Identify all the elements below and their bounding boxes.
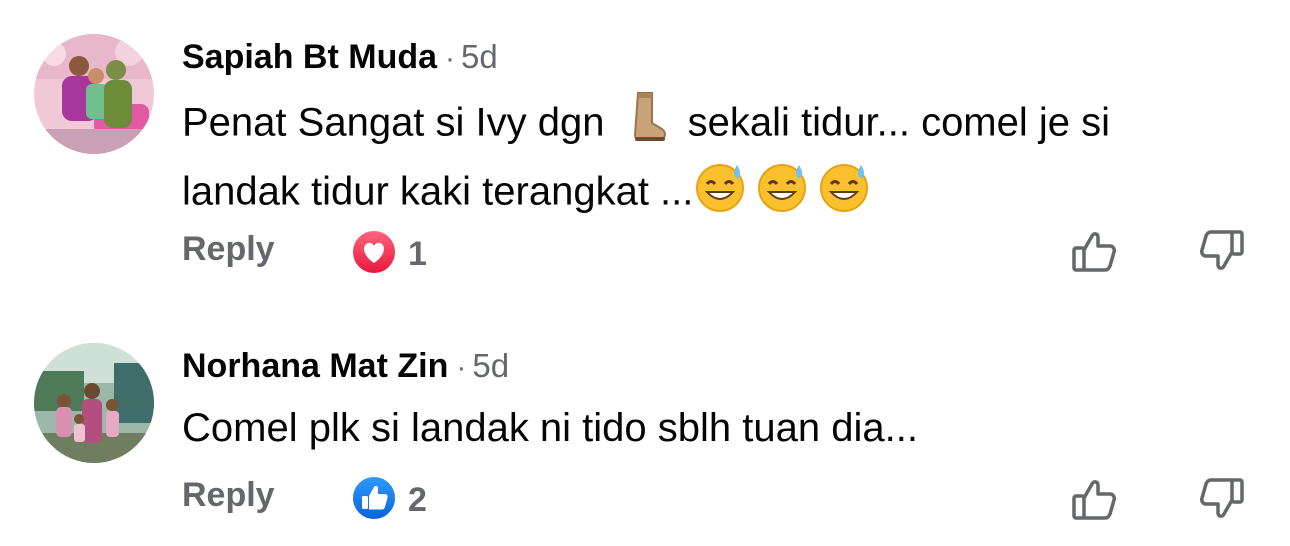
reaction-count: 1 bbox=[408, 235, 427, 273]
comment-text: Comel plk si landak ni tido sblh tuan di… bbox=[182, 399, 918, 457]
author-name[interactable]: Norhana Mat Zin bbox=[182, 347, 448, 385]
comment-header: Norhana Mat Zin · 5d bbox=[182, 347, 509, 386]
timestamp[interactable]: 5d bbox=[472, 347, 509, 384]
author-name[interactable]: Sapiah Bt Muda bbox=[182, 38, 437, 76]
boot-emoji bbox=[630, 91, 670, 159]
sweat-smile-emoji bbox=[755, 159, 809, 229]
comment-text: Penat Sangat si Ivy dgn sekali tidur... … bbox=[182, 91, 1110, 229]
comment-line-1: Penat Sangat si Ivy dgn sekali tidur... … bbox=[182, 91, 1110, 159]
comment-text-line-2: landak tidur kaki terangkat ... bbox=[182, 169, 694, 214]
separator-dot: · bbox=[456, 351, 467, 384]
comment-line-2: landak tidur kaki terangkat ... bbox=[182, 159, 1110, 229]
thumbs-up-icon[interactable] bbox=[1070, 226, 1120, 281]
avatar[interactable] bbox=[34, 343, 154, 463]
thumbs-down-icon[interactable] bbox=[1196, 226, 1246, 281]
comment-text-part-2: sekali tidur... comel je si bbox=[687, 100, 1111, 145]
sweat-smile-emoji bbox=[693, 159, 747, 229]
separator-dot: · bbox=[445, 42, 456, 75]
sweat-smile-emoji bbox=[817, 159, 871, 229]
reply-button[interactable]: Reply bbox=[182, 476, 275, 515]
thumbs-up-icon[interactable] bbox=[1070, 474, 1120, 529]
love-reaction-icon bbox=[350, 228, 398, 281]
reaction-summary[interactable]: 1 bbox=[350, 228, 427, 281]
like-reaction-icon bbox=[350, 474, 398, 527]
avatar[interactable] bbox=[34, 34, 154, 154]
reaction-count: 2 bbox=[408, 481, 427, 519]
thumbs-down-icon[interactable] bbox=[1196, 474, 1246, 529]
timestamp[interactable]: 5d bbox=[461, 38, 498, 75]
comment-text-content: Comel plk si landak ni tido sblh tuan di… bbox=[182, 406, 918, 450]
reply-button[interactable]: Reply bbox=[182, 230, 275, 269]
comment-text-part-1: Penat Sangat si Ivy dgn bbox=[182, 100, 605, 145]
reaction-summary[interactable]: 2 bbox=[350, 474, 427, 527]
comment-header: Sapiah Bt Muda · 5d bbox=[182, 38, 498, 77]
